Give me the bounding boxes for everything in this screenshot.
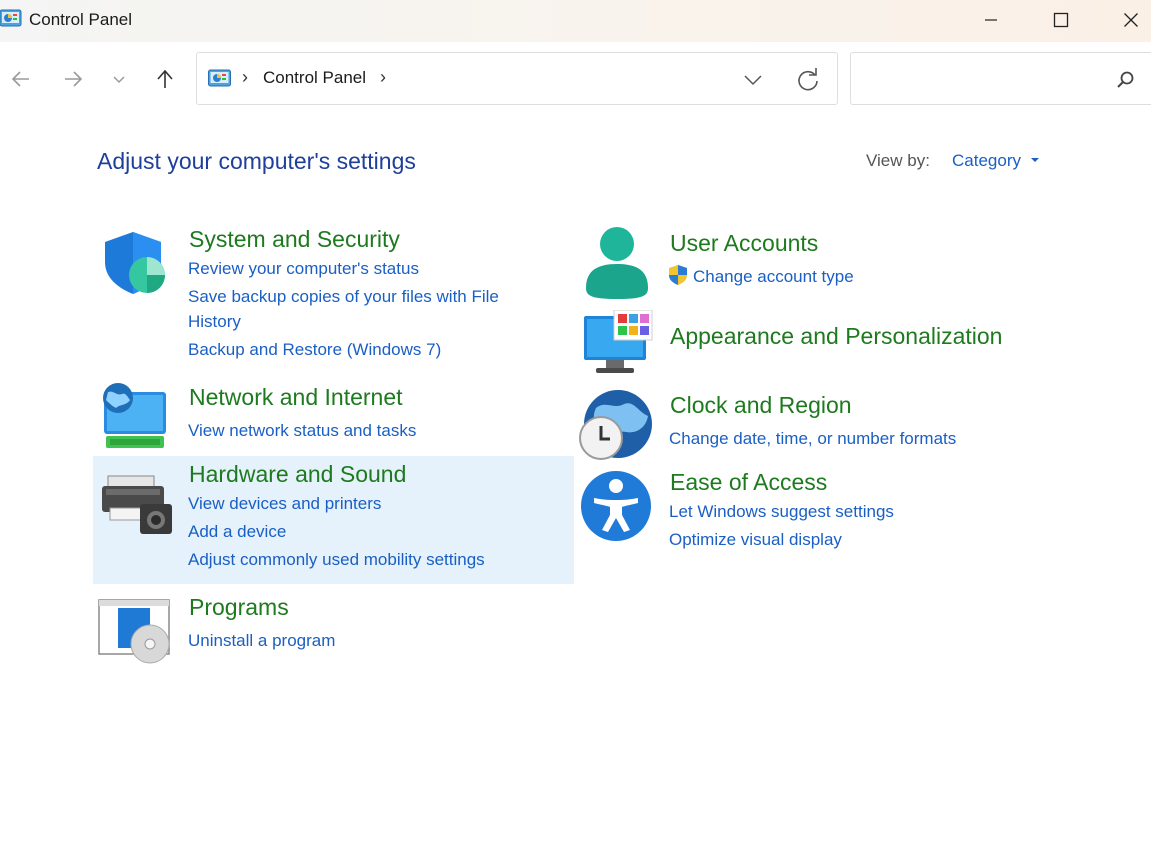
network-globe-icon[interactable] <box>100 382 170 452</box>
back-button[interactable] <box>6 62 36 96</box>
search-box[interactable] <box>850 52 1151 105</box>
accessibility-icon[interactable] <box>580 470 652 542</box>
link-optimize-display[interactable]: Optimize visual display <box>669 527 842 552</box>
control-panel-icon <box>208 69 231 87</box>
maximize-button[interactable] <box>1038 0 1084 40</box>
window-title: Control Panel <box>29 10 133 29</box>
recent-locations-button[interactable] <box>104 62 134 96</box>
address-history-button[interactable] <box>741 68 765 92</box>
category-network-and-internet[interactable]: Network and Internet <box>189 384 403 411</box>
programs-disc-icon[interactable] <box>98 598 172 664</box>
link-review-status[interactable]: Review your computer's status <box>188 256 419 281</box>
chevron-down-icon <box>744 75 762 86</box>
chevron-down-icon <box>113 76 125 84</box>
link-uninstall-program[interactable]: Uninstall a program <box>188 628 335 653</box>
user-icon[interactable] <box>582 226 652 300</box>
category-hardware-and-sound[interactable]: Hardware and Sound <box>189 461 406 488</box>
link-devices-printers[interactable]: View devices and printers <box>188 491 381 516</box>
address-bar[interactable]: › Control Panel › <box>196 52 838 105</box>
shield-icon[interactable] <box>100 228 170 298</box>
link-suggest-settings[interactable]: Let Windows suggest settings <box>669 499 894 524</box>
category-system-and-security[interactable]: System and Security <box>189 226 400 253</box>
forward-button[interactable] <box>58 62 88 96</box>
minimize-icon <box>985 19 997 21</box>
close-button[interactable] <box>1108 0 1151 40</box>
link-network-status[interactable]: View network status and tasks <box>188 418 416 443</box>
arrow-right-icon <box>65 71 83 87</box>
breadcrumb-control-panel[interactable]: Control Panel <box>263 68 366 88</box>
arrow-left-icon <box>11 71 29 87</box>
control-panel-icon <box>0 9 22 27</box>
caret-down-icon[interactable] <box>1031 158 1039 162</box>
page-title: Adjust your computer's settings <box>97 148 416 174</box>
view-by-label: View by: <box>866 151 930 170</box>
title-bar: Control Panel <box>0 0 1151 42</box>
link-backup-restore[interactable]: Backup and Restore (Windows 7) <box>188 337 441 362</box>
category-clock-and-region[interactable]: Clock and Region <box>670 392 852 419</box>
globe-clock-icon[interactable] <box>578 388 654 462</box>
link-mobility-settings[interactable]: Adjust commonly used mobility settings <box>188 547 485 572</box>
view-by-dropdown[interactable]: Category <box>952 151 1021 171</box>
breadcrumb-separator[interactable]: › <box>380 67 386 88</box>
arrow-up-icon <box>157 69 173 88</box>
search-icon[interactable] <box>1115 70 1135 90</box>
breadcrumb-separator[interactable]: › <box>242 67 248 88</box>
link-change-date-time[interactable]: Change date, time, or number formats <box>669 426 956 451</box>
category-programs[interactable]: Programs <box>189 594 289 621</box>
uac-shield-icon <box>669 265 687 285</box>
refresh-icon <box>798 68 818 91</box>
maximize-icon <box>1053 12 1069 28</box>
category-ease-of-access[interactable]: Ease of Access <box>670 469 827 496</box>
printer-speaker-icon[interactable] <box>100 474 172 536</box>
category-appearance-and-personalization[interactable]: Appearance and Personalization <box>670 323 1002 350</box>
category-user-accounts[interactable]: User Accounts <box>670 230 818 257</box>
up-button[interactable] <box>150 62 180 96</box>
close-icon <box>1124 13 1138 27</box>
minimize-button[interactable] <box>968 0 1014 40</box>
link-change-account-type[interactable]: Change account type <box>693 264 854 289</box>
link-file-history[interactable]: Save backup copies of your files with Fi… <box>188 284 499 309</box>
link-add-device[interactable]: Add a device <box>188 519 286 544</box>
search-input[interactable] <box>859 63 1109 95</box>
monitor-palette-icon[interactable] <box>582 310 654 374</box>
refresh-button[interactable] <box>795 67 821 93</box>
link-file-history-cont[interactable]: History <box>188 309 241 334</box>
